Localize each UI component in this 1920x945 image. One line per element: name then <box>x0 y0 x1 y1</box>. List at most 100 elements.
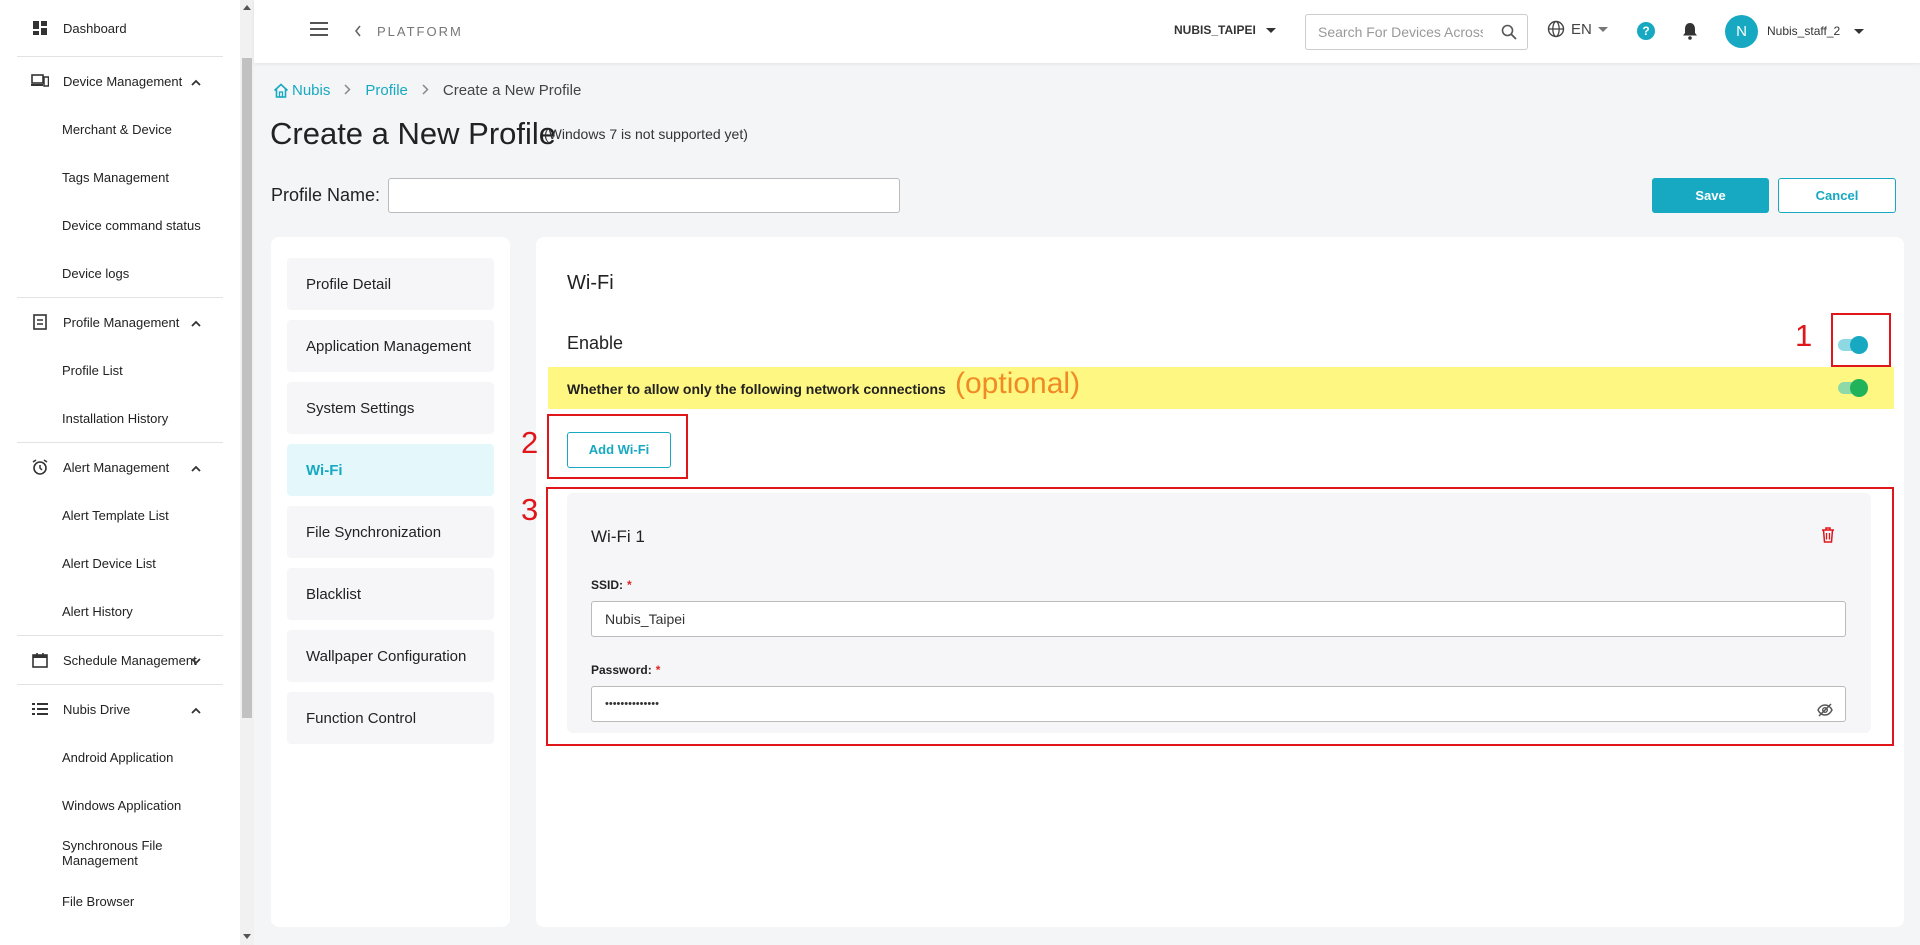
sidebar-group-schedule-management: Schedule Management <box>17 636 223 685</box>
nav-item-wifi[interactable]: Wi-Fi <box>287 444 494 496</box>
organization-value: NUBIS_TAIPEI <box>1174 23 1256 37</box>
scroll-up-arrow-icon[interactable] <box>243 5 251 10</box>
cancel-button[interactable]: Cancel <box>1778 178 1896 213</box>
chevron-left-icon[interactable] <box>354 24 362 42</box>
chevron-right-icon <box>344 82 351 99</box>
help-icon[interactable]: ? <box>1637 22 1655 40</box>
sidebar-item-label: Schedule Management <box>63 652 197 668</box>
language-select[interactable]: EN <box>1547 20 1608 38</box>
sidebar-item-android-application[interactable]: Android Application <box>17 733 223 781</box>
allow-only-toggle[interactable] <box>1838 379 1868 397</box>
top-header: PLATFORM NUBIS_TAIPEI EN ? N Nubis_staff… <box>254 0 1920 63</box>
nav-item-system-settings[interactable]: System Settings <box>287 382 494 434</box>
search-input[interactable] <box>1318 24 1483 40</box>
chevron-up-icon[interactable] <box>191 702 201 717</box>
nav-item-wallpaper-configuration[interactable]: Wallpaper Configuration <box>287 630 494 682</box>
sidebar-item-profile-management[interactable]: Profile Management <box>17 298 223 346</box>
caret-down-icon <box>1597 26 1608 32</box>
sidebar-group-profile-management: Profile Management Profile List Installa… <box>17 298 223 443</box>
breadcrumb-profile[interactable]: Profile <box>365 82 408 99</box>
sidebar-item-schedule-management[interactable]: Schedule Management <box>17 636 223 684</box>
sidebar-item-synchronous-file-management[interactable]: Synchronous File Management <box>17 829 223 877</box>
sidebar-item-alert-device-list[interactable]: Alert Device List <box>17 539 223 587</box>
sidebar-item-dashboard[interactable]: Dashboard <box>0 0 223 56</box>
calendar-icon <box>31 651 49 669</box>
chevron-up-icon[interactable] <box>191 460 201 475</box>
search-icon[interactable] <box>1501 24 1517 40</box>
optional-annotation: (optional) <box>955 367 1081 400</box>
annotation-box-3 <box>546 487 1894 746</box>
bell-icon[interactable] <box>1682 22 1698 45</box>
save-button[interactable]: Save <box>1652 178 1769 213</box>
home-icon[interactable] <box>273 83 289 98</box>
enable-label: Enable <box>567 333 624 353</box>
annotation-box-2 <box>547 414 688 479</box>
nav-item-blacklist[interactable]: Blacklist <box>287 568 494 620</box>
caret-down-icon <box>1265 27 1276 33</box>
profile-name-label: Profile Name: <box>271 185 381 205</box>
hamburger-menu-icon[interactable] <box>310 22 328 40</box>
annotation-number-3: 3 <box>521 492 539 527</box>
caret-down-icon[interactable] <box>1854 29 1864 34</box>
sidebar-scrollbar[interactable] <box>240 0 254 945</box>
globe-icon <box>1547 20 1565 38</box>
chevron-down-icon[interactable] <box>191 653 201 668</box>
sidebar-group-nubis-drive: Nubis Drive Android Application Windows … <box>17 685 223 925</box>
allow-only-label: Whether to allow only the following netw… <box>567 381 946 397</box>
dashboard-icon <box>31 19 49 37</box>
breadcrumb-current: Create a New Profile <box>442 82 582 99</box>
annotation-number-2: 2 <box>521 425 539 460</box>
sidebar-item-merchant-device[interactable]: Merchant & Device <box>17 105 223 153</box>
profile-section-nav: Profile Detail Application Management Sy… <box>271 237 510 927</box>
sidebar-group-alert-management: Alert Management Alert Template List Ale… <box>17 443 223 636</box>
platform-label: PLATFORM <box>377 24 463 39</box>
nav-item-function-control[interactable]: Function Control <box>287 692 494 744</box>
nav-item-file-synchronization[interactable]: File Synchronization <box>287 506 494 558</box>
user-name[interactable]: Nubis_staff_2 <box>1767 24 1840 38</box>
section-title: Wi-Fi <box>567 272 614 294</box>
page-title: Create a New Profile <box>270 116 557 151</box>
sidebar-item-device-command-status[interactable]: Device command status <box>17 201 223 249</box>
language-value: EN <box>1571 20 1592 38</box>
breadcrumb-home[interactable]: Nubis <box>292 82 330 99</box>
sidebar-item-device-management[interactable]: Device Management <box>17 57 223 105</box>
sidebar-item-file-browser[interactable]: File Browser <box>17 877 223 925</box>
profile-name-input[interactable] <box>388 178 900 213</box>
allow-only-row: Whether to allow only the following netw… <box>548 367 1894 409</box>
sidebar-item-device-logs[interactable]: Device logs <box>17 249 223 297</box>
sidebar-item-label: Device Management <box>63 73 183 89</box>
sidebar-item-alert-template-list[interactable]: Alert Template List <box>17 491 223 539</box>
sidebar-item-label: Dashboard <box>63 20 127 36</box>
chevron-up-icon[interactable] <box>191 315 201 330</box>
sidebar-group-dashboard: Dashboard <box>17 0 223 57</box>
annotation-box-1 <box>1831 313 1891 367</box>
search-box <box>1305 14 1528 50</box>
sidebar-item-nubis-drive[interactable]: Nubis Drive <box>17 685 223 733</box>
nav-item-profile-detail[interactable]: Profile Detail <box>287 258 494 310</box>
scroll-down-arrow-icon[interactable] <box>243 934 251 939</box>
scroll-thumb[interactable] <box>242 58 252 718</box>
sidebar-item-label: Alert Management <box>63 459 170 475</box>
profile-icon <box>31 313 49 331</box>
list-icon <box>31 700 49 718</box>
devices-icon <box>31 72 49 90</box>
annotation-number-1: 1 <box>1795 318 1813 353</box>
breadcrumb: Nubis Profile Create a New Profile <box>273 82 581 99</box>
sidebar-item-label: Nubis Drive <box>63 701 131 717</box>
sidebar-item-tags-management[interactable]: Tags Management <box>17 153 223 201</box>
nav-item-application-management[interactable]: Application Management <box>287 320 494 372</box>
sidebar-item-label: Profile Management <box>63 314 180 330</box>
organization-select[interactable]: NUBIS_TAIPEI <box>1174 23 1276 37</box>
sidebar-item-installation-history[interactable]: Installation History <box>17 394 223 442</box>
sidebar-item-alert-management[interactable]: Alert Management <box>17 443 223 491</box>
page-note: (Windows 7 is not supported yet) <box>544 126 748 142</box>
sidebar-item-alert-history[interactable]: Alert History <box>17 587 223 635</box>
sidebar-group-device-management: Device Management Merchant & Device Tags… <box>17 57 223 298</box>
toggle-knob <box>1850 379 1868 397</box>
sidebar-item-windows-application[interactable]: Windows Application <box>17 781 223 829</box>
avatar[interactable]: N <box>1725 15 1758 48</box>
chevron-up-icon[interactable] <box>191 74 201 89</box>
sidebar-item-profile-list[interactable]: Profile List <box>17 346 223 394</box>
chevron-right-icon <box>422 82 429 99</box>
sidebar: Dashboard Device Management Merchant & D… <box>0 0 240 945</box>
